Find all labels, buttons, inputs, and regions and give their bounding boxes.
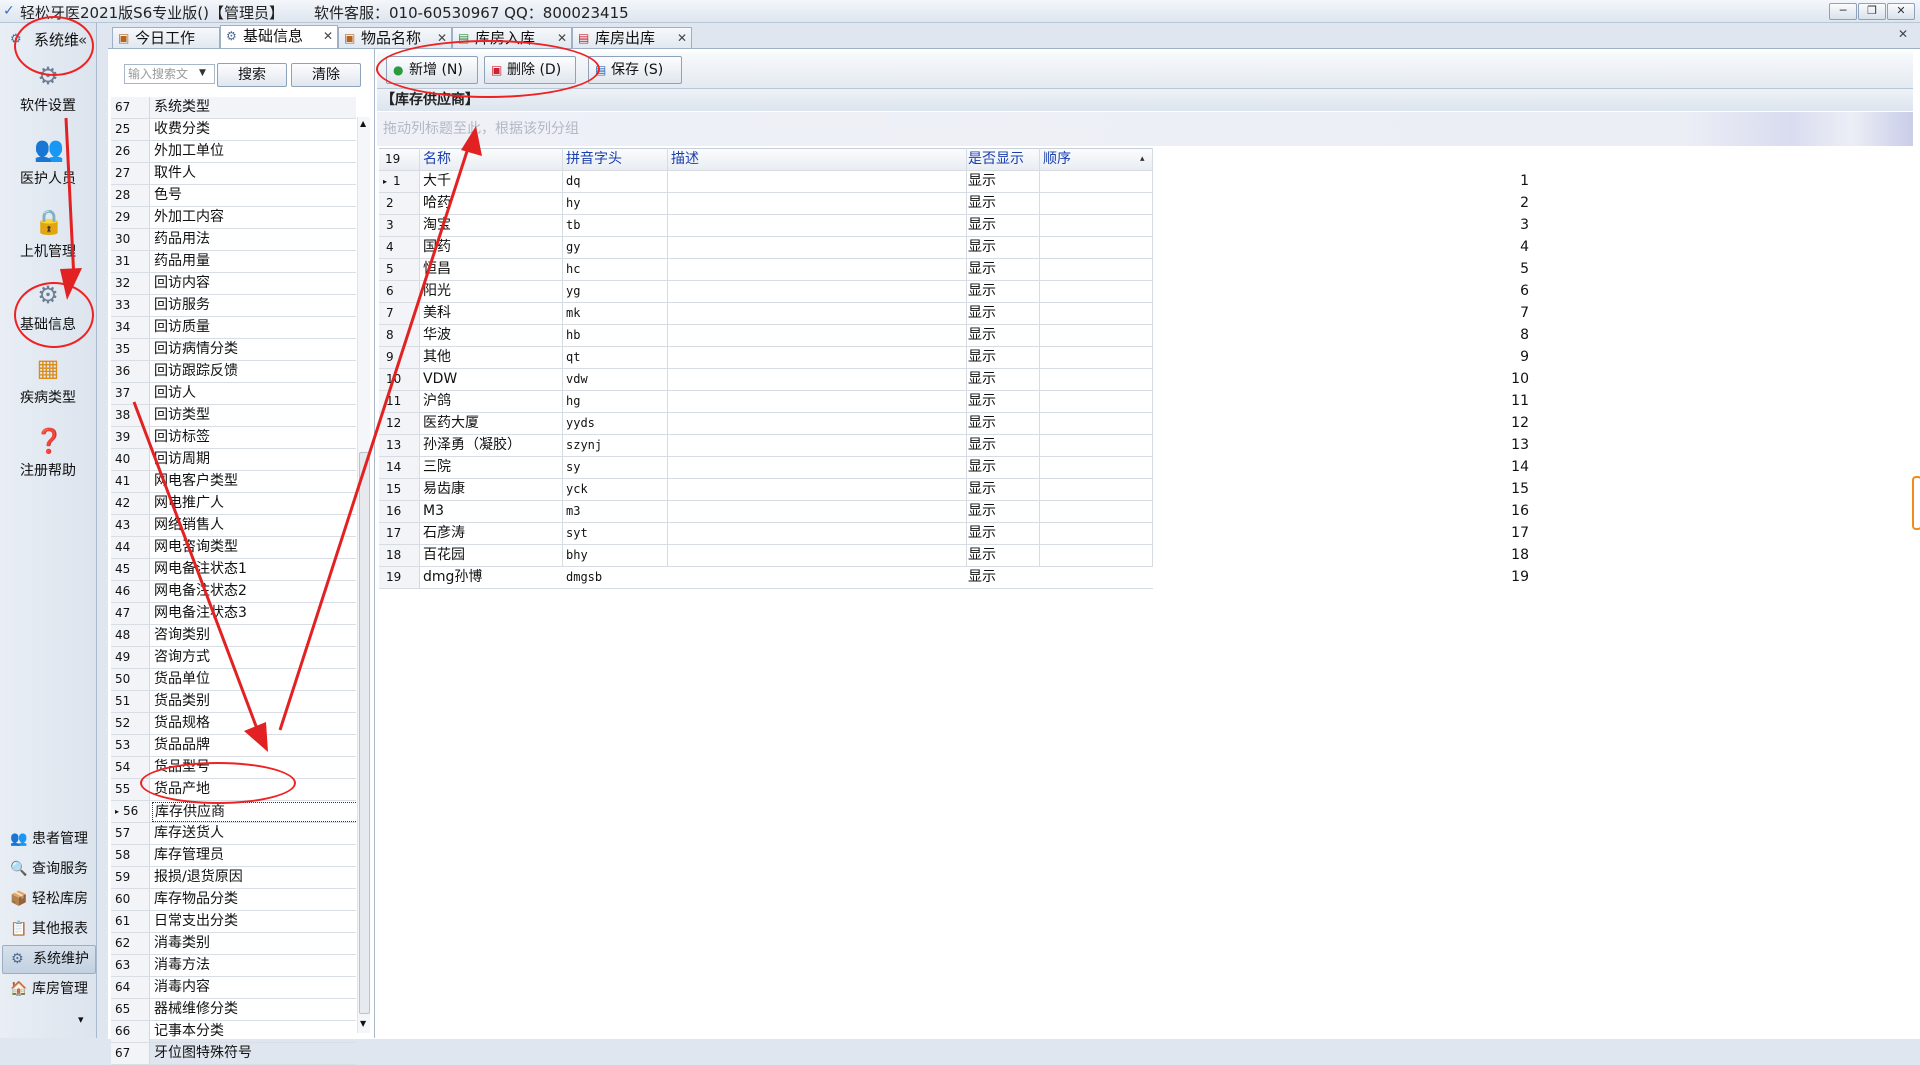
arrow-line-to-toolbar bbox=[278, 141, 472, 731]
annotation-arrows bbox=[60, 117, 482, 752]
arrow-line-to-basic-info bbox=[64, 117, 76, 281]
list-item[interactable]: 67 牙位图特殊符号 bbox=[111, 1043, 356, 1065]
arrowhead-supplier bbox=[244, 722, 268, 752]
list-item-name: 牙位图特殊符号 bbox=[154, 1045, 252, 1061]
arrowhead-basic-info bbox=[60, 268, 82, 300]
list-item-num: 67 bbox=[111, 1043, 150, 1064]
arrowhead-toolbar bbox=[461, 126, 482, 156]
arrow-line-to-supplier bbox=[132, 401, 264, 743]
